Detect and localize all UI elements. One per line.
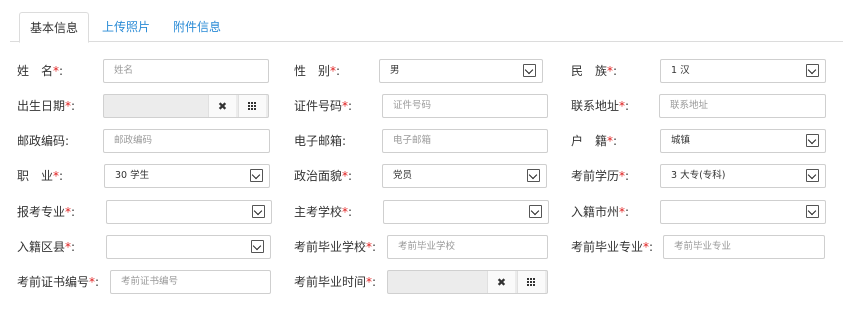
tab-basic-info[interactable]: 基本信息 bbox=[19, 12, 90, 43]
calendar-button[interactable] bbox=[238, 95, 266, 117]
name-input[interactable]: 姓名 bbox=[103, 59, 269, 83]
chevron-down-icon bbox=[250, 169, 263, 182]
district-label: 入籍区县*: bbox=[17, 240, 76, 254]
prev-major-label: 考前毕业专业*: bbox=[571, 240, 654, 254]
main-school-label: 主考学校*: bbox=[294, 205, 353, 219]
chevron-down-icon bbox=[806, 64, 819, 77]
major-applied-label: 报考专业*: bbox=[17, 205, 76, 219]
grad-time-input[interactable]: ✖ bbox=[387, 270, 548, 294]
calendar-grid-icon bbox=[248, 101, 257, 111]
id-number-input[interactable]: 证件号码 bbox=[382, 94, 548, 118]
chevron-down-icon bbox=[251, 240, 264, 253]
email-label: 电子邮箱: bbox=[294, 134, 347, 148]
district-select[interactable] bbox=[106, 235, 271, 259]
chevron-down-icon bbox=[806, 169, 819, 182]
household-label: 户 籍*: bbox=[571, 134, 618, 148]
chevron-down-icon bbox=[252, 205, 265, 218]
chevron-down-icon bbox=[523, 64, 536, 77]
prev-school-input[interactable]: 考前毕业学校 bbox=[387, 235, 548, 259]
postcode-label: 邮政编码: bbox=[17, 134, 70, 148]
grad-time-label: 考前毕业时间*: bbox=[294, 275, 377, 289]
education-label: 考前学历*: bbox=[571, 169, 630, 183]
ethnicity-select[interactable]: 1 汉 bbox=[660, 59, 826, 83]
city-label: 入籍市州*: bbox=[571, 205, 630, 219]
cert-number-input[interactable]: 考前证书编号 bbox=[110, 270, 271, 294]
gender-select[interactable]: 男 bbox=[379, 59, 543, 83]
birthdate-input[interactable]: ✖ bbox=[103, 94, 269, 118]
address-label: 联系地址*: bbox=[571, 99, 630, 113]
close-icon: ✖ bbox=[217, 99, 228, 113]
chevron-down-icon bbox=[806, 134, 819, 147]
main-school-select[interactable] bbox=[383, 200, 549, 224]
tab-bar: 基本信息 上传照片 附件信息 bbox=[10, 8, 843, 43]
id-number-label: 证件号码*: bbox=[294, 99, 353, 113]
birthdate-label: 出生日期*: bbox=[17, 99, 76, 113]
email-input[interactable]: 电子邮箱 bbox=[382, 129, 548, 153]
political-label: 政治面貌*: bbox=[294, 169, 353, 183]
chevron-down-icon bbox=[806, 205, 819, 218]
education-select[interactable]: 3 大专(专科) bbox=[660, 164, 826, 188]
household-select[interactable]: 城镇 bbox=[660, 129, 826, 153]
chevron-down-icon bbox=[527, 169, 540, 182]
clear-date-button[interactable]: ✖ bbox=[487, 271, 515, 293]
clear-date-button[interactable]: ✖ bbox=[208, 95, 236, 117]
calendar-grid-icon bbox=[527, 277, 536, 287]
ethnicity-label: 民 族*: bbox=[571, 64, 618, 78]
chevron-down-icon bbox=[529, 205, 542, 218]
city-select[interactable] bbox=[660, 200, 826, 224]
tab-attachment-info[interactable]: 附件信息 bbox=[163, 12, 231, 43]
address-input[interactable]: 联系地址 bbox=[659, 94, 826, 118]
occupation-select[interactable]: 30 学生 bbox=[104, 164, 270, 188]
major-applied-select[interactable] bbox=[106, 200, 272, 224]
cert-number-label: 考前证书编号*: bbox=[17, 275, 100, 289]
political-select[interactable]: 党员 bbox=[382, 164, 547, 188]
postcode-input[interactable]: 邮政编码 bbox=[103, 129, 270, 153]
prev-school-label: 考前毕业学校*: bbox=[294, 240, 377, 254]
occupation-label: 职 业*: bbox=[17, 169, 64, 183]
calendar-button[interactable] bbox=[517, 271, 545, 293]
tab-upload-photo[interactable]: 上传照片 bbox=[92, 12, 160, 43]
close-icon: ✖ bbox=[496, 275, 507, 289]
gender-label: 性 别*: bbox=[294, 64, 341, 78]
prev-major-input[interactable]: 考前毕业专业 bbox=[663, 235, 825, 259]
name-label: 姓 名*: bbox=[17, 64, 64, 78]
